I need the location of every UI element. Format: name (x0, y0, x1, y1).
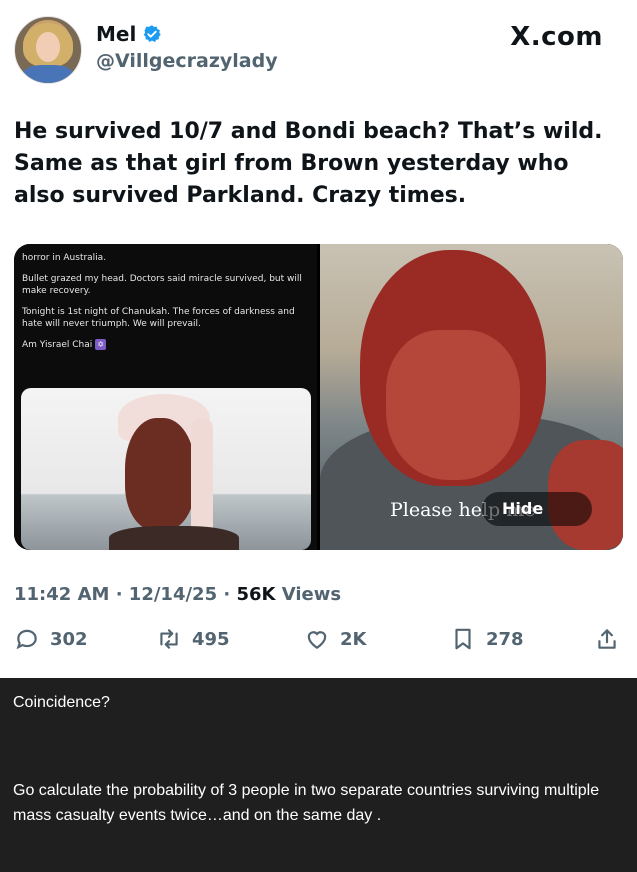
media-left-screenshot[interactable]: horror in Australia. Bullet grazed my he… (14, 244, 317, 550)
bookmark-count: 278 (486, 628, 524, 650)
views-label: Views (281, 584, 342, 605)
media-grid: horror in Australia. Bullet grazed my he… (14, 244, 623, 550)
injured-person-photo (21, 388, 311, 550)
author-handle[interactable]: @Villgecrazylady (96, 50, 278, 72)
verified-badge-icon (142, 24, 162, 44)
meta-separator: · (223, 584, 237, 605)
embedded-post-line-text: Am Yisrael Chai (22, 340, 93, 350)
repost-count: 495 (192, 628, 230, 650)
star-of-david-icon: ✡ (95, 339, 107, 350)
like-count: 2K (340, 628, 367, 650)
comment-line-1: Coincidence? (13, 694, 110, 711)
source-label: X.com (510, 22, 603, 52)
like-icon (307, 631, 327, 649)
repost-button[interactable]: 495 (156, 626, 230, 652)
comment-block: Coincidence? Go calculate the probabilit… (0, 678, 637, 872)
embedded-post-line: Bullet grazed my head. Doctors said mira… (22, 274, 302, 296)
meta-separator: · (115, 584, 129, 605)
like-button[interactable]: 2K (304, 626, 366, 652)
avatar-face (36, 32, 60, 62)
embedded-post-text: horror in Australia. Bullet grazed my he… (22, 252, 312, 360)
tweet-time[interactable]: 11:42 AM (14, 584, 109, 605)
author-row: Mel (96, 22, 162, 46)
embedded-post-line: horror in Australia. (22, 253, 107, 263)
bloodied-face (125, 418, 195, 530)
comment-line-2: Go calculate the probability of 3 people… (13, 782, 600, 824)
views-count: 56K (236, 584, 276, 605)
reply-icon (16, 629, 37, 650)
reply-button[interactable]: 302 (14, 626, 88, 652)
bloodied-face-right (386, 330, 520, 480)
tweet-text: He survived 10/7 and Bondi beach? That’s… (14, 119, 603, 208)
avatar-shirt (23, 65, 73, 83)
share-button[interactable] (594, 626, 620, 652)
action-bar: 302 495 2K 278 (14, 626, 624, 662)
bookmark-button[interactable]: 278 (450, 626, 524, 652)
tweet-meta: 11:42 AM · 12/14/25 · 56K Views (14, 584, 341, 605)
embedded-post-line: Am Yisrael Chai ✡ (22, 339, 312, 351)
author-name[interactable]: Mel (96, 22, 136, 46)
avatar[interactable] (14, 16, 82, 84)
embedded-post-line: Tonight is 1st night of Chanukah. The fo… (22, 307, 295, 329)
repost-icon (160, 629, 178, 649)
media-right-photo[interactable]: Please help me Hide (320, 244, 623, 550)
shoulders (109, 526, 239, 550)
reply-count: 302 (50, 628, 88, 650)
share-icon (598, 629, 616, 649)
tweet-card: Mel @Villgecrazylady X.com He survived 1… (0, 0, 637, 678)
bookmark-icon (455, 628, 471, 650)
tweet-date[interactable]: 12/14/25 (129, 584, 217, 605)
hide-button-label[interactable]: Hide (502, 499, 543, 518)
